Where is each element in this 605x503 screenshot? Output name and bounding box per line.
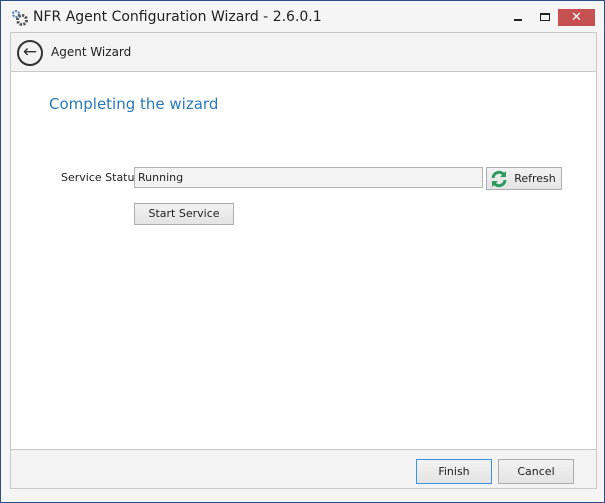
cancel-button[interactable]: Cancel (498, 459, 574, 484)
gear-icon (12, 10, 28, 26)
back-arrow-icon[interactable]: ← (17, 40, 43, 66)
service-status-field[interactable]: Running (134, 167, 483, 188)
finish-button[interactable]: Finish (416, 459, 492, 484)
service-status-label: Service Status (61, 171, 141, 184)
minimize-icon (514, 19, 522, 21)
refresh-button[interactable]: Refresh (486, 167, 562, 190)
maximize-button[interactable] (531, 9, 559, 26)
header-title: Agent Wizard (51, 45, 132, 59)
minimize-button[interactable] (506, 9, 534, 26)
refresh-icon (491, 170, 507, 188)
maximize-icon (540, 13, 550, 21)
wizard-footer: Finish Cancel (11, 449, 596, 488)
wizard-header: ← Agent Wizard (11, 33, 596, 72)
refresh-label: Refresh (514, 172, 556, 185)
window: NFR Agent Configuration Wizard - 2.6.0.1… (0, 0, 605, 503)
page-title: Completing the wizard (49, 95, 219, 113)
close-button[interactable]: ✕ (558, 9, 595, 26)
start-service-button[interactable]: Start Service (134, 203, 234, 225)
wizard-panel: ← Agent Wizard Completing the wizard Ser… (10, 32, 597, 489)
window-title: NFR Agent Configuration Wizard - 2.6.0.1 (33, 9, 322, 25)
